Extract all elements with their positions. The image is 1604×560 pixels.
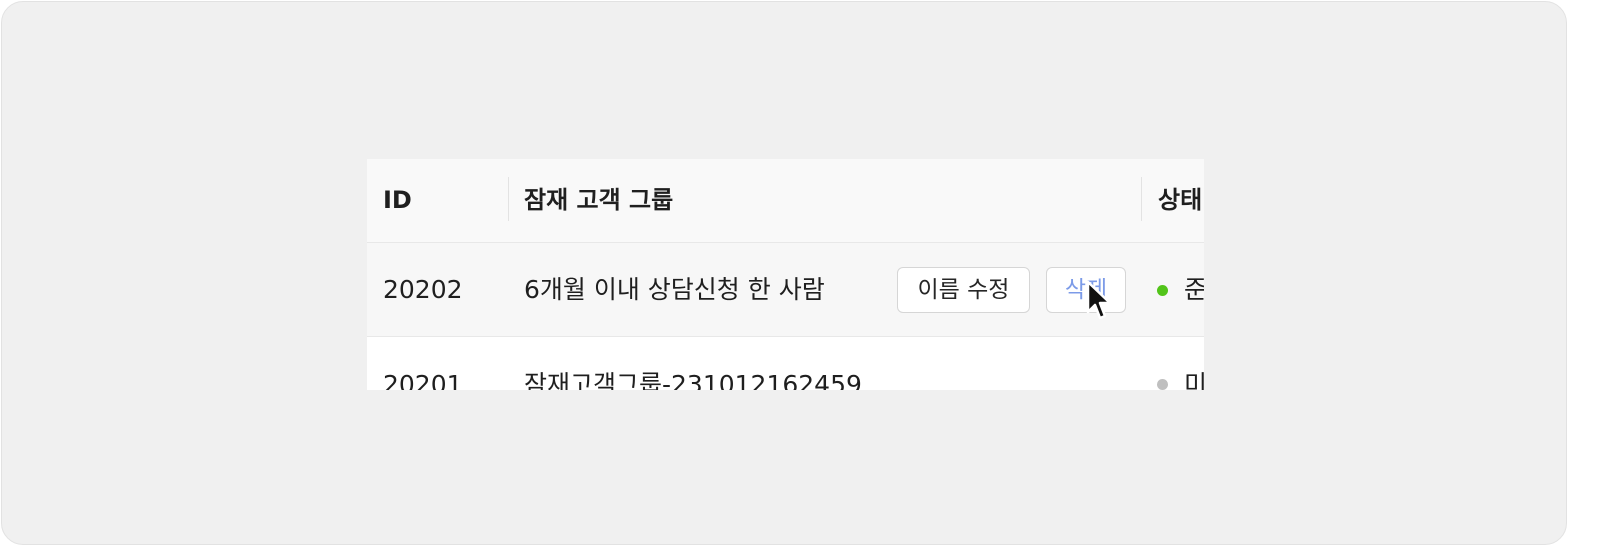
status-dot-icon	[1157, 285, 1168, 296]
column-header-status[interactable]: 상태	[1158, 159, 1202, 242]
row-group-name: 6개월 이내 상담신청 한 사람	[524, 275, 825, 304]
customer-group-table: ID 잠재 고객 그룹 상태 20202 6개월 이내 상담신청 한 사람 이름…	[367, 159, 1204, 390]
table-header: ID 잠재 고객 그룹 상태	[367, 159, 1204, 243]
row-id: 20202	[383, 275, 463, 304]
table-row[interactable]: 20201 잠재고객그룹-231012162459 미	[367, 338, 1204, 390]
rename-button[interactable]: 이름 수정	[897, 267, 1030, 313]
canvas-frame: ID 잠재 고객 그룹 상태 20202 6개월 이내 상담신청 한 사람 이름…	[1, 1, 1567, 545]
column-divider[interactable]	[508, 177, 509, 221]
row-group-name: 잠재고객그룹-231012162459	[524, 370, 862, 390]
row-status: 미	[1184, 338, 1204, 390]
row-id: 20201	[383, 370, 463, 390]
column-header-id[interactable]: ID	[383, 159, 412, 242]
table-row[interactable]: 20202 6개월 이내 상담신청 한 사람 이름 수정 삭제 준비	[367, 243, 1204, 337]
row-status: 준비	[1184, 243, 1204, 336]
column-header-group[interactable]: 잠재 고객 그룹	[524, 159, 673, 242]
column-divider[interactable]	[1141, 177, 1142, 221]
status-dot-icon	[1157, 379, 1168, 390]
pointer-cursor-icon	[1086, 280, 1112, 320]
